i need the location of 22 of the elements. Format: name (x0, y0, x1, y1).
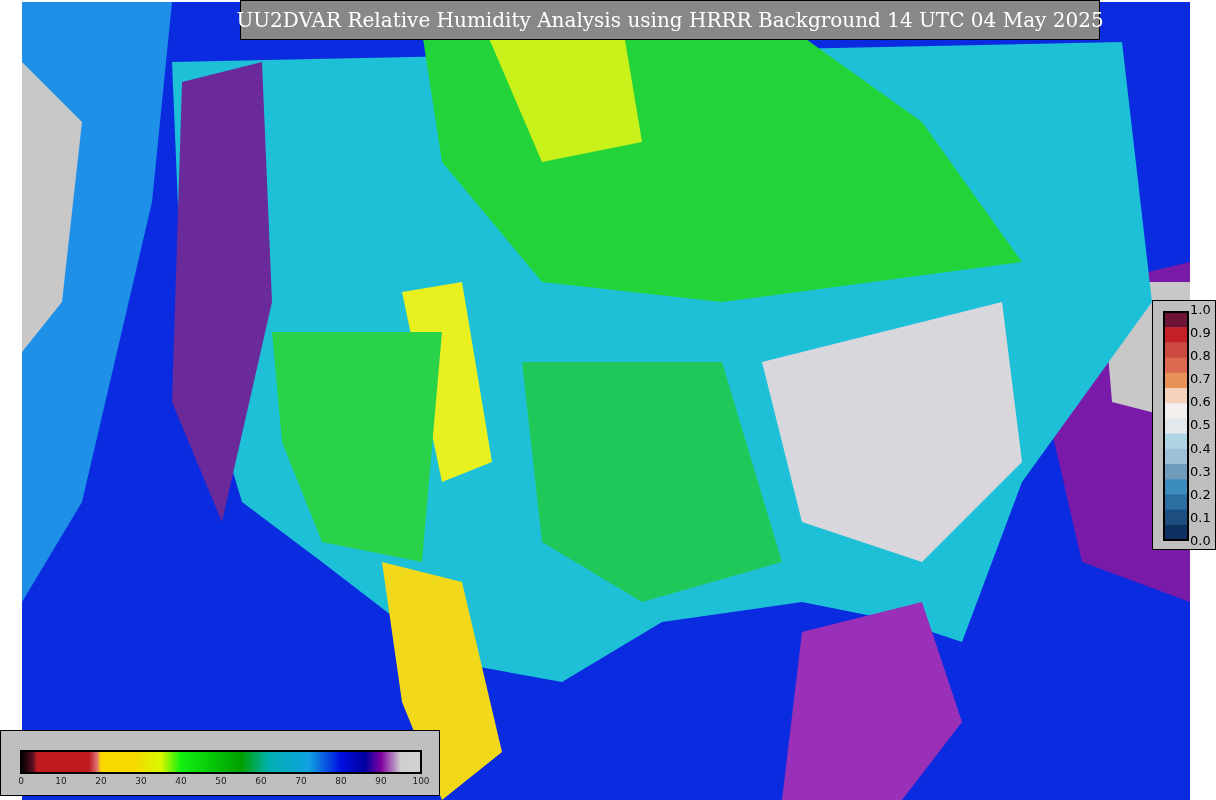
tick-label: 50 (215, 775, 227, 787)
tick-label: 0.3 (1190, 463, 1211, 479)
tick-label: 80 (335, 775, 347, 787)
tick-label: 0.0 (1190, 532, 1211, 548)
tick-label: 0.5 (1190, 417, 1211, 433)
tick-label: 0.4 (1190, 440, 1211, 456)
tick-label: 0.2 (1190, 486, 1211, 502)
tick-label: 0.7 (1190, 371, 1211, 387)
tick-label: 1.0 (1190, 302, 1211, 317)
tick-label: 0.9 (1190, 325, 1211, 341)
tick-label: 70 (295, 775, 307, 787)
tick-label: 10 (55, 775, 67, 787)
tick-label: 0 (18, 775, 24, 787)
tick-label: 0.8 (1190, 348, 1211, 364)
tick-label: 20 (95, 775, 107, 787)
tick-label: 30 (135, 775, 147, 787)
tick-label: 40 (175, 775, 187, 787)
tick-label: 100 (412, 775, 430, 787)
tick-label: 90 (375, 775, 387, 787)
tick-label: 0.1 (1190, 509, 1211, 525)
tick-label: 0.6 (1190, 394, 1211, 410)
tick-label: 60 (255, 775, 267, 787)
